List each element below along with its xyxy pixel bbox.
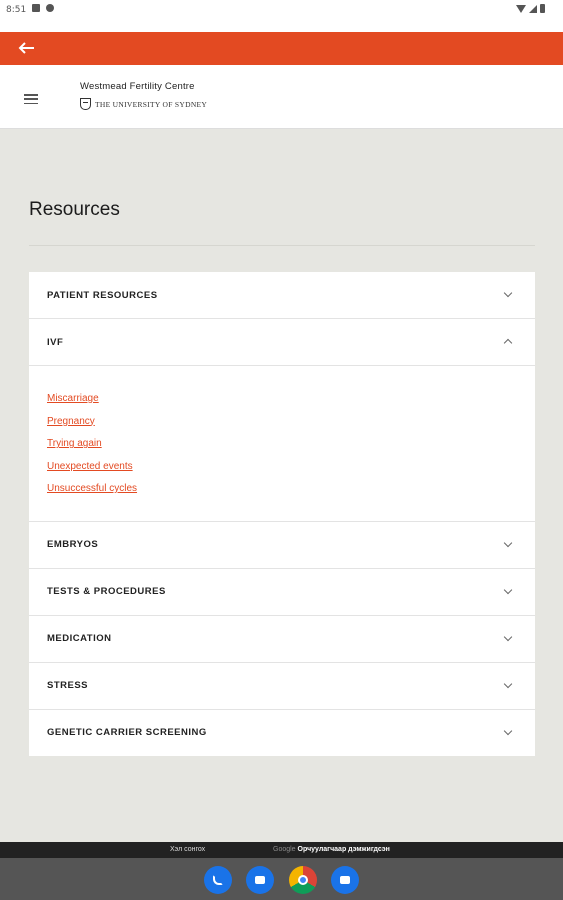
accordion-item-ivf: IVF Miscarriage Pregnancy Trying again U… xyxy=(29,319,535,522)
translate-banner[interactable]: Хэл сонгох Google Орчуулагчаар дэмжигдсэ… xyxy=(0,842,563,858)
accordion-label: IVF xyxy=(47,336,64,348)
link-trying-again[interactable]: Trying again xyxy=(47,433,517,456)
menu-icon[interactable] xyxy=(24,94,38,104)
accordion-header-medication[interactable]: MEDICATION xyxy=(29,616,535,662)
status-icons xyxy=(516,4,545,13)
accordion-item-stress: STRESS xyxy=(29,663,535,710)
signal-icon xyxy=(529,4,537,13)
accordion-label: GENETIC CARRIER SCREENING xyxy=(47,727,207,738)
site-header: Westmead Fertility Centre THE UNIVERSITY… xyxy=(0,65,563,129)
accordion-header-genetic-carrier-screening[interactable]: GENETIC CARRIER SCREENING xyxy=(29,710,535,756)
brand-title: Westmead Fertility Centre xyxy=(80,81,195,92)
resources-accordion: PATIENT RESOURCES IVF Miscarriage Pregna… xyxy=(29,272,535,756)
accordion-item-tests-procedures: TESTS & PROCEDURES xyxy=(29,569,535,616)
battery-icon xyxy=(540,4,545,13)
accordion-body-ivf: Miscarriage Pregnancy Trying again Unexp… xyxy=(29,365,535,522)
phone-icon[interactable] xyxy=(204,866,232,894)
link-pregnancy[interactable]: Pregnancy xyxy=(47,411,517,434)
accordion-label: PATIENT RESOURCES xyxy=(47,289,158,301)
accordion-label: TESTS & PROCEDURES xyxy=(47,586,166,597)
title-divider xyxy=(29,245,535,246)
accordion-header-stress[interactable]: STRESS xyxy=(29,663,535,709)
wifi-icon xyxy=(516,4,526,13)
brand-subtitle: THE UNIVERSITY OF SYDNEY xyxy=(80,98,207,110)
university-crest-icon xyxy=(80,98,91,110)
accordion-label: EMBRYOS xyxy=(47,539,99,550)
accordion-header-embryos[interactable]: EMBRYOS xyxy=(29,522,535,568)
brand-logo[interactable]: Westmead Fertility Centre THE UNIVERSITY… xyxy=(80,81,207,110)
notification-icon xyxy=(32,4,40,12)
chevron-down-icon xyxy=(503,585,513,594)
page-title: Resources xyxy=(29,199,120,220)
accordion-label: MEDICATION xyxy=(47,633,112,644)
accordion-header-tests-procedures[interactable]: TESTS & PROCEDURES xyxy=(29,569,535,615)
accordion-header-patient-resources[interactable]: PATIENT RESOURCES xyxy=(29,272,535,318)
accordion-label: STRESS xyxy=(47,680,89,691)
google-brand: Google xyxy=(273,846,296,853)
chevron-down-icon xyxy=(503,679,513,688)
translate-powered-text: Орчуулагчаар дэмжигдсэн xyxy=(297,846,390,853)
status-bar: 8:51 xyxy=(0,0,563,32)
link-miscarriage[interactable]: Miscarriage xyxy=(47,388,517,411)
chevron-up-icon xyxy=(503,338,513,348)
translate-attribution: Google Орчуулагчаар дэмжигдсэн xyxy=(273,846,390,853)
back-arrow-icon[interactable] xyxy=(16,40,36,56)
chevron-down-icon xyxy=(503,288,513,298)
accordion-header-ivf[interactable]: IVF xyxy=(29,319,535,365)
chevron-down-icon xyxy=(503,538,513,547)
accordion-item-embryos: EMBRYOS xyxy=(29,522,535,569)
messages-icon[interactable] xyxy=(246,866,274,894)
accordion-item-patient-resources: PATIENT RESOURCES xyxy=(29,272,535,319)
status-time: 8:51 xyxy=(6,5,27,15)
university-name: THE UNIVERSITY OF SYDNEY xyxy=(95,99,208,109)
accordion-item-genetic-carrier-screening: GENETIC CARRIER SCREENING xyxy=(29,710,535,756)
chevron-down-icon xyxy=(503,632,513,641)
camera-icon[interactable] xyxy=(331,866,359,894)
chevron-down-icon xyxy=(503,726,513,735)
app-bar xyxy=(0,32,563,65)
chrome-icon[interactable] xyxy=(289,866,317,894)
link-unexpected-events[interactable]: Unexpected events xyxy=(47,456,517,479)
language-select-label[interactable]: Хэл сонгох xyxy=(170,846,205,853)
chat-notification-icon xyxy=(46,4,54,12)
link-unsuccessful-cycles[interactable]: Unsuccessful cycles xyxy=(47,478,517,501)
system-navigation: Хэл сонгох Google Орчуулагчаар дэмжигдсэ… xyxy=(0,842,563,900)
accordion-item-medication: MEDICATION xyxy=(29,616,535,663)
